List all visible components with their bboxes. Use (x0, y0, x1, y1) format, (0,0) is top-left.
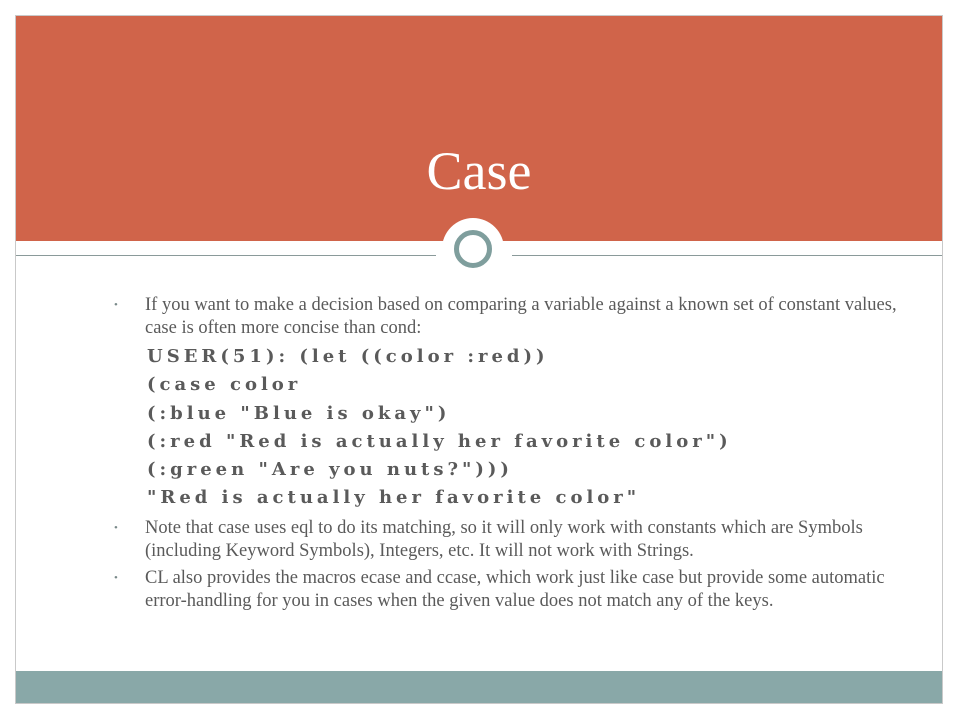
bullet-item: • CL also provides the macros ecase and … (114, 567, 924, 613)
bullet-text: Note that case uses eql to do its matchi… (145, 517, 863, 561)
code-block: USER(51): (let ((color :red)) (case color… (147, 343, 924, 513)
code-line: (:green "Are you nuts?"))) (147, 459, 513, 481)
bullet-item: • If you want to make a decision based o… (114, 294, 924, 340)
slide-body: • If you want to make a decision based o… (114, 294, 924, 613)
bullet-marker: • (114, 299, 118, 311)
bullet-item: • Note that case uses eql to do its matc… (114, 517, 924, 563)
code-line: "Red is actually her favorite color" (147, 487, 641, 509)
bullet-marker: • (114, 521, 118, 534)
circle-ring-icon (454, 230, 492, 268)
divider-line-left (16, 255, 436, 256)
code-line: USER(51): (let ((color :red)) (147, 346, 549, 367)
code-line: (:red "Red is actually her favorite colo… (147, 430, 732, 452)
code-line: (:blue "Blue is okay") (147, 402, 451, 424)
slide: Case • If you want to make a decision ba… (15, 15, 943, 704)
slide-title: Case (426, 141, 532, 201)
bullet-marker: • (114, 571, 118, 584)
code-line: (case color (147, 374, 302, 396)
divider-line-right (512, 255, 942, 256)
title-band: Case (16, 16, 942, 241)
bullet-text: If you want to make a decision based on … (145, 295, 897, 338)
bullet-text: CL also provides the macros ecase and cc… (145, 567, 885, 611)
footer-band (16, 671, 942, 703)
